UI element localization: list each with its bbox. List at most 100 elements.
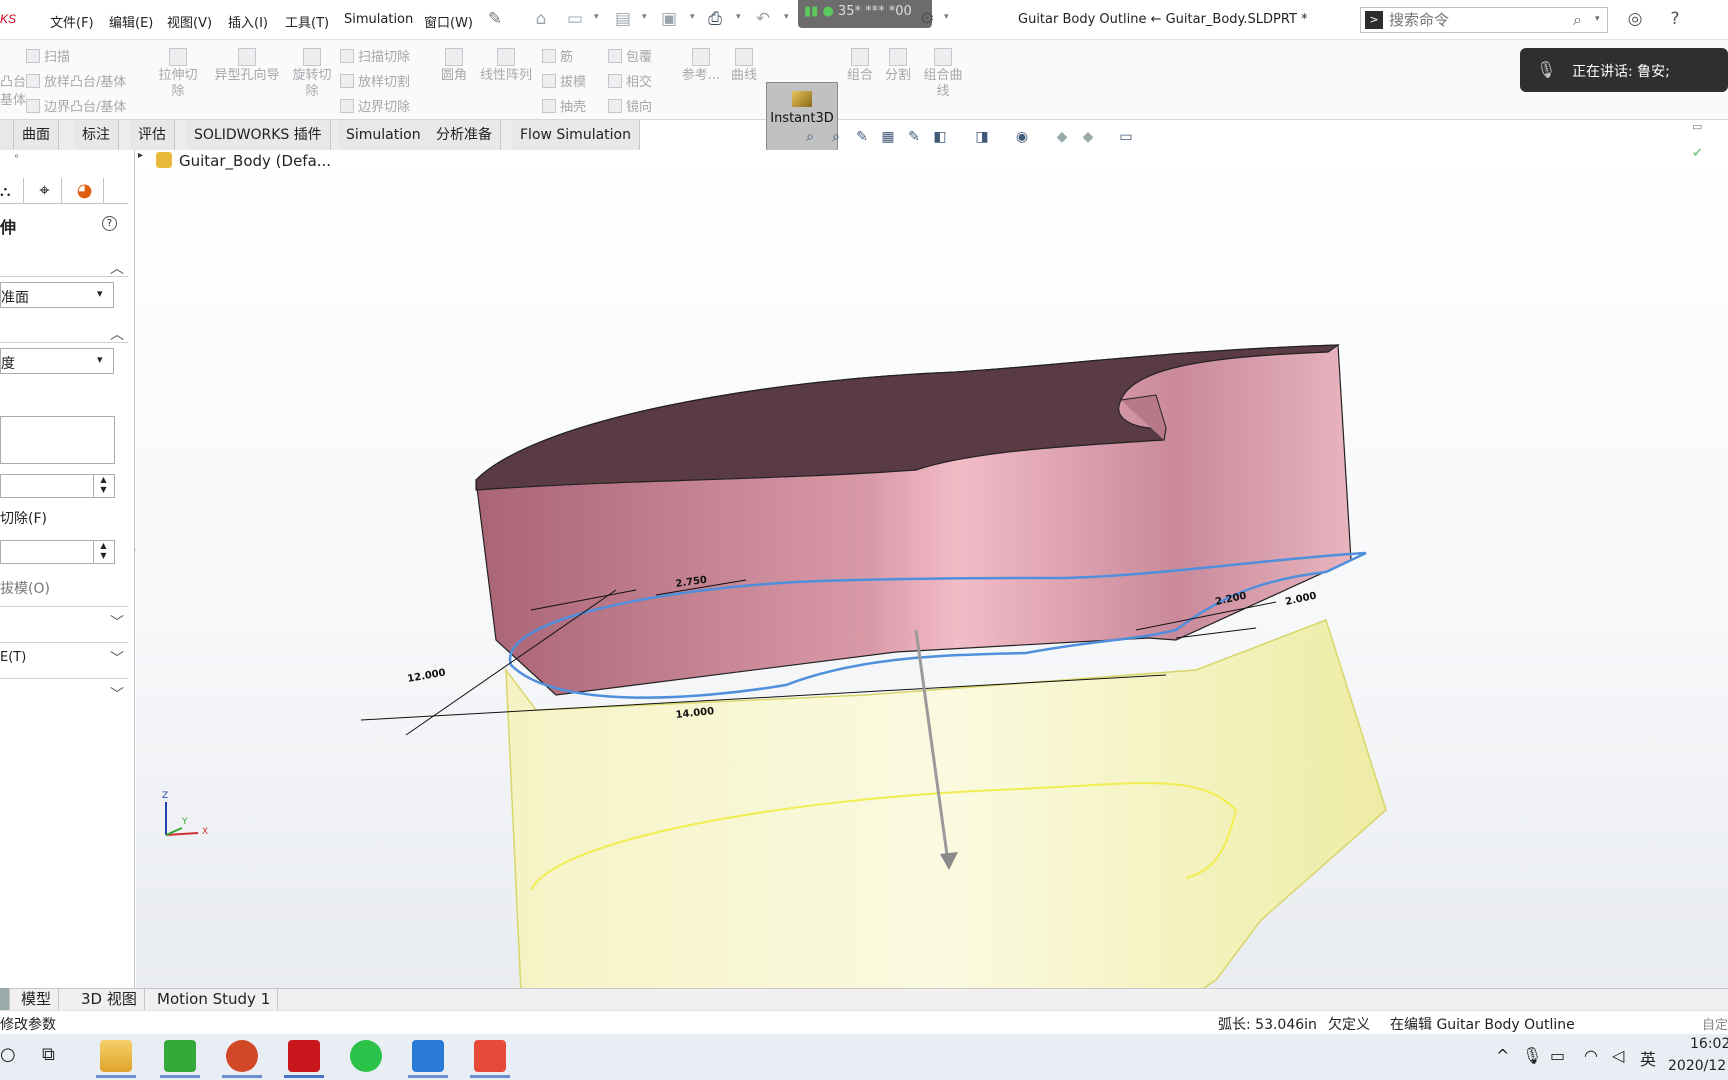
search-commands[interactable]: > ⌕ ▾ (1360, 7, 1608, 33)
chevron-up-icon[interactable]: ︿ (110, 324, 124, 344)
cmd-split[interactable]: 分割 (882, 48, 914, 84)
spinner-arrows-icon[interactable]: ▲ ▼ (93, 475, 113, 497)
cmd-wrap[interactable]: 包覆 (608, 46, 652, 65)
user-account-icon[interactable]: ◎ (1624, 8, 1646, 30)
property-manager-tab-icon[interactable]: ⛬ (0, 178, 24, 204)
new-document-icon[interactable]: ▭ (564, 8, 586, 30)
chevron-down-icon[interactable]: ▾ (642, 12, 647, 22)
wifi-icon[interactable]: ◠ (1584, 1046, 1598, 1065)
cmd-instant3d[interactable]: Instant3D (766, 82, 838, 158)
cmd-reference-geometry[interactable]: 参考... (680, 48, 722, 84)
tab-surfaces[interactable]: 曲面 (14, 120, 59, 150)
camtasia-icon[interactable] (164, 1040, 196, 1072)
end-condition-select[interactable]: 度 ▾ (0, 348, 114, 374)
battery-icon[interactable]: ▭ (1550, 1046, 1565, 1065)
selection-box[interactable] (0, 416, 115, 464)
chevron-down-icon[interactable]: ▾ (1595, 14, 1600, 24)
from-select[interactable]: 准面 ▾ (0, 282, 114, 308)
file-explorer-icon[interactable] (100, 1040, 132, 1072)
expand-pane-icon[interactable]: ▭ (1692, 120, 1702, 133)
tab-partial[interactable] (0, 120, 14, 150)
powerpoint-icon[interactable] (226, 1040, 258, 1072)
cmd-loft[interactable]: 放样凸台/基体 (26, 71, 126, 90)
flip-side-to-cut[interactable]: 切除(F) (0, 508, 47, 528)
cmd-shell[interactable]: 抽壳 (542, 96, 586, 115)
edit-appearance-icon[interactable]: ◆ (1052, 128, 1072, 146)
chevron-down-icon[interactable]: ▾ (690, 12, 695, 22)
microphone-icon[interactable]: 🎙 (1522, 1046, 1542, 1065)
cmd-lofted-cut[interactable]: 放样切割 (340, 71, 410, 90)
tab-3d-views[interactable]: 3D 视图 (74, 988, 145, 1010)
cmd-linear-pattern[interactable]: 线性阵列 (476, 48, 536, 84)
cmd-boundary-boss[interactable]: 边界凸台/基体 (26, 96, 126, 115)
spinner-arrows-icon[interactable]: ▲ ▼ (93, 541, 113, 563)
hide-show-items-icon[interactable]: ◉ (1012, 128, 1032, 146)
chevron-down-icon[interactable]: ▾ (736, 12, 741, 22)
cmd-revolved-cut[interactable]: 旋转切除 (290, 48, 334, 100)
depth-spinner[interactable]: ▲ ▼ (0, 474, 115, 498)
cmd-hole-wizard[interactable]: 异型孔向导 (208, 48, 286, 84)
chevron-down-icon[interactable]: ▾ (594, 12, 599, 22)
ime-indicator[interactable]: 英 (1640, 1046, 1656, 1070)
undo-icon[interactable]: ↶ (752, 8, 774, 30)
open-icon[interactable]: ▤ (612, 8, 634, 30)
thin-feature-label[interactable]: E(T) (0, 650, 26, 665)
cmd-draft[interactable]: 拔模 (542, 71, 586, 90)
cmd-rib[interactable]: 筋 (542, 46, 573, 65)
chevron-down-icon[interactable]: ﹀ (110, 648, 124, 668)
section-view-icon[interactable]: ▦ (878, 128, 898, 146)
cmd-curves[interactable]: 曲线 (726, 48, 762, 84)
tab-markup[interactable]: 标注 (74, 120, 119, 150)
chevron-down-icon[interactable]: ▾ (784, 12, 789, 22)
tab-analysis-prep[interactable]: 分析准备 (428, 120, 501, 150)
wechat-icon[interactable] (350, 1040, 382, 1072)
pin-icon[interactable]: ✎ (484, 8, 506, 30)
tab-motion-study[interactable]: Motion Study 1 (150, 988, 279, 1010)
display-style-icon[interactable]: ◨ (972, 128, 992, 146)
menu-simulation[interactable]: Simulation (344, 12, 413, 27)
volume-icon[interactable]: ◁ (1612, 1046, 1624, 1065)
apply-scene-icon[interactable]: ◆ (1078, 128, 1098, 146)
photos-icon[interactable] (412, 1040, 444, 1072)
cmd-extruded-cut[interactable]: 拉伸切除 (156, 48, 200, 100)
chevron-down-icon[interactable]: ▾ (944, 12, 949, 22)
dimxpert-tab-icon[interactable]: ⌖ (28, 178, 62, 204)
help-icon[interactable]: ? (102, 216, 117, 231)
help-icon[interactable]: ? (1664, 8, 1686, 30)
clock-date[interactable]: 2020/12 (1668, 1058, 1726, 1074)
menu-view[interactable]: 视图(V) (167, 12, 212, 31)
graphics-area[interactable]: ▸ Guitar_Body (Defa... ✔ ▭ 2.750 12.000 … (136, 120, 1728, 988)
chevron-down-icon[interactable]: ﹀ (110, 684, 124, 704)
cmd-mirror[interactable]: 镜向 (608, 96, 652, 115)
tab-model[interactable]: 模型 (14, 988, 60, 1010)
tab-flow-simulation[interactable]: Flow Simulation (512, 120, 640, 150)
cmd-combine[interactable]: 组合 (844, 48, 876, 84)
search-icon[interactable]: ⌕ (1573, 10, 1582, 30)
cmd-fillet[interactable]: 圆角 (436, 48, 472, 84)
gear-icon[interactable]: ⚙ (916, 8, 938, 30)
print-icon[interactable]: ⎙ (704, 8, 726, 30)
view-settings-icon[interactable]: ▭ (1116, 128, 1136, 146)
tab-evaluate[interactable]: 评估 (130, 120, 175, 150)
solidworks-icon[interactable] (288, 1040, 320, 1072)
menu-edit[interactable]: 编辑(E) (109, 12, 153, 31)
cmd-composite-curve[interactable]: 组合曲线 (920, 48, 966, 100)
camtasia-recorder-icon[interactable] (474, 1040, 506, 1072)
chevron-up-icon[interactable]: ︿ (110, 258, 124, 278)
zoom-to-fit-icon[interactable]: ⌕ (800, 128, 820, 146)
task-view-icon[interactable]: ⧉ (42, 1044, 55, 1065)
status-custom[interactable]: 自定 (1702, 1014, 1728, 1033)
draft-outward[interactable]: 拔模(O) (0, 578, 50, 598)
menu-file[interactable]: 文件(F) (50, 12, 94, 31)
menu-tools[interactable]: 工具(T) (285, 12, 329, 31)
cmd-extruded-boss-partial[interactable]: 凸台 基体 (0, 74, 26, 110)
tab-solidworks-addins[interactable]: SOLIDWORKS 插件 (186, 120, 331, 150)
cmd-swept-cut[interactable]: 扫描切除 (340, 46, 410, 65)
menu-window[interactable]: 窗口(W) (424, 12, 473, 31)
chevron-down-icon[interactable]: ﹀ (110, 612, 124, 632)
cmd-sweep[interactable]: 扫描 (26, 46, 70, 65)
zoom-to-area-icon[interactable]: ⌕ (826, 128, 846, 146)
view-orientation-icon[interactable]: ◧ (930, 128, 950, 146)
tray-expand-icon[interactable]: ^ (1496, 1046, 1509, 1065)
tab-simulation[interactable]: Simulation (338, 120, 430, 150)
